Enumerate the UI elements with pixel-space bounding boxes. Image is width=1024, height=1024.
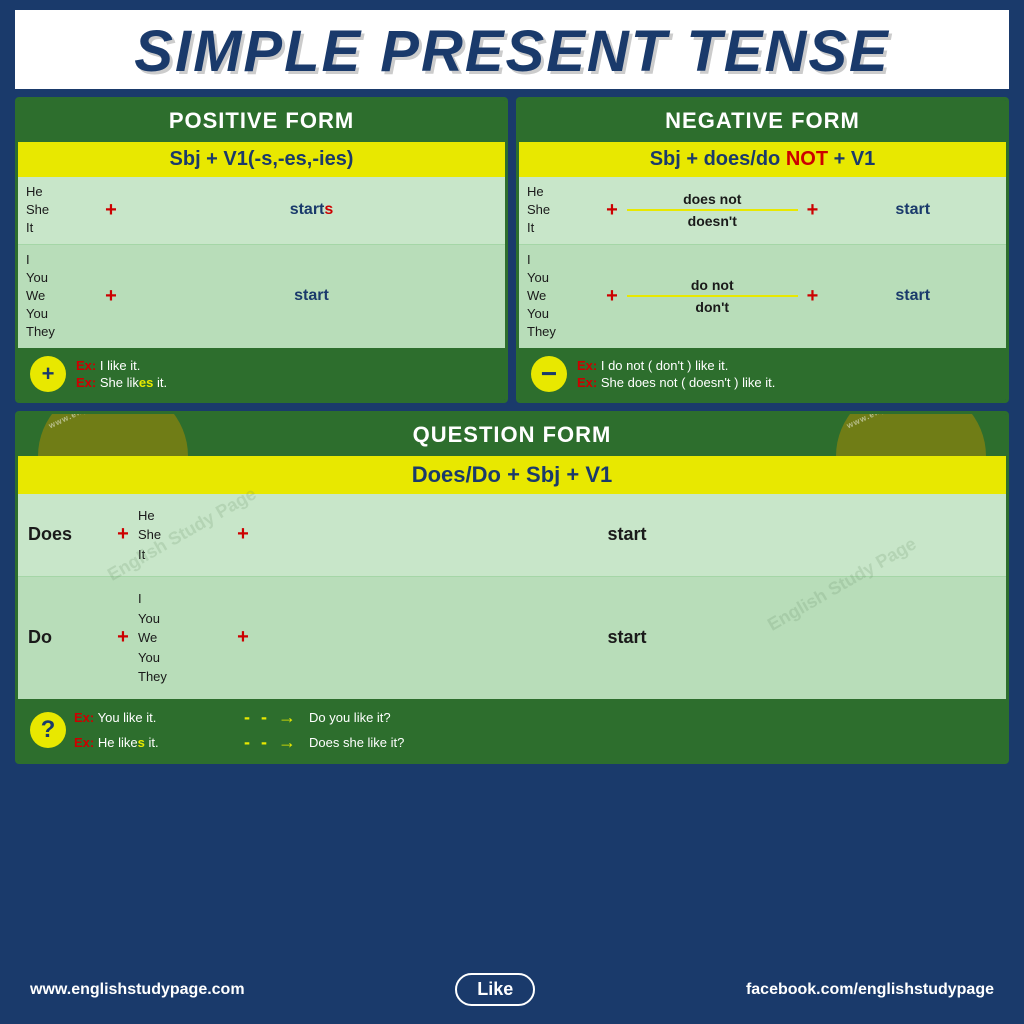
negative-row-2: IYouWeYouThey + do not don't + start <box>519 245 1006 348</box>
negative-dont: don't <box>627 297 798 315</box>
negative-examples: Ex: I do not ( don't ) like it. Ex: She … <box>577 358 775 390</box>
question-formula-text: Does/Do + Sbj + V1 <box>412 462 613 487</box>
negative-subject-2: IYouWeYouThey <box>527 251 597 342</box>
question-rows: Does + HeSheIt + start Do + IYouWeYouThe… <box>18 494 1006 699</box>
positive-example-bar: + Ex: I like it. Ex: She likes it. <box>18 348 505 400</box>
question-table: English Study Page English Study Page Do… <box>18 494 1006 699</box>
question-formula: Does/Do + Sbj + V1 <box>18 456 1006 494</box>
negative-do-not: do not <box>627 277 798 297</box>
page-title: SIMPLE PRESENT TENSE <box>15 10 1009 89</box>
like-button[interactable]: Like <box>455 973 535 1006</box>
negative-header: NEGATIVE FORM <box>519 100 1006 142</box>
positive-circle-icon: + <box>30 356 66 392</box>
positive-subject-2: IYouWeYouThey <box>26 251 96 342</box>
question-arrow-1: - - → <box>244 707 299 728</box>
negative-does-not: does not <box>627 191 798 211</box>
positive-examples: Ex: I like it. Ex: She likes it. <box>76 358 167 390</box>
question-ex-2: Ex: He likes it. - - → Does she like it? <box>74 732 994 753</box>
question-ex-1-text: Ex: You like it. <box>74 710 234 725</box>
negative-formula-main: Sbj + does/do <box>650 148 786 170</box>
negative-plus-1: + <box>597 199 627 222</box>
positive-ex-2: Ex: She likes it. <box>76 375 167 390</box>
footer-website: www.englishstudypage.com <box>30 981 245 999</box>
negative-not: NOT <box>786 148 828 170</box>
question-result-1: Do you like it? <box>309 710 391 725</box>
negative-table: HeSheIt + does not doesn't + start IYouW… <box>519 177 1006 348</box>
negative-doesnt: doesn't <box>627 211 798 229</box>
negative-plus-1b: + <box>798 199 828 222</box>
question-verb-1: start <box>258 524 996 545</box>
question-verb-2: start <box>258 627 996 648</box>
question-row-1: Does + HeSheIt + start <box>18 494 1006 578</box>
positive-verb-2: start <box>126 287 497 305</box>
positive-verb-1: starts <box>126 201 497 219</box>
question-plus-2: + <box>108 626 138 649</box>
question-plus-1b: + <box>228 523 258 546</box>
negative-form-box: NEGATIVE FORM Sbj + does/do NOT + V1 HeS… <box>516 97 1009 403</box>
negative-ex-1: Ex: I do not ( don't ) like it. <box>577 358 775 373</box>
positive-ex-1: Ex: I like it. <box>76 358 167 373</box>
positive-plus-1: + <box>96 199 126 222</box>
footer: www.englishstudypage.com Like facebook.c… <box>15 965 1009 1014</box>
positive-header: POSITIVE FORM <box>18 100 505 142</box>
negative-circle-icon: − <box>531 356 567 392</box>
question-example-bar: ? Ex: You like it. - - → Do you like it?… <box>18 699 1006 761</box>
negative-verb-1: start <box>828 201 999 219</box>
positive-table: HeSheIt + starts IYouWeYouThey + start <box>18 177 505 348</box>
question-aux-2: Do <box>28 627 108 648</box>
question-aux-1: Does <box>28 524 108 545</box>
negative-plus-2b: + <box>798 285 828 308</box>
question-examples: Ex: You like it. - - → Do you like it? E… <box>74 707 994 753</box>
question-ex-2-text: Ex: He likes it. <box>74 735 234 750</box>
positive-row-1: HeSheIt + starts <box>18 177 505 245</box>
question-header-text: QUESTION FORM <box>413 422 612 447</box>
positive-subject-1: HeSheIt <box>26 183 96 238</box>
negative-verb-2: start <box>828 287 999 305</box>
footer-facebook: facebook.com/englishstudypage <box>746 981 994 999</box>
question-row-2: Do + IYouWeYouThey + start <box>18 577 1006 699</box>
negative-ex-2: Ex: She does not ( doesn't ) like it. <box>577 375 775 390</box>
question-result-2: Does she like it? <box>309 735 404 750</box>
question-circle-icon: ? <box>30 712 66 748</box>
negative-verb-double-2: do not don't <box>627 277 798 315</box>
negative-formula: Sbj + does/do NOT + V1 <box>519 142 1006 177</box>
positive-plus-2: + <box>96 285 126 308</box>
question-subject-1: HeSheIt <box>138 506 228 565</box>
question-plus-2b: + <box>228 626 258 649</box>
negative-row-1: HeSheIt + does not doesn't + start <box>519 177 1006 245</box>
top-section: POSITIVE FORM Sbj + V1(-s,-es,-ies) HeSh… <box>15 97 1009 403</box>
question-form-box: www.englishstudypage.com www.englishstud… <box>15 411 1009 764</box>
negative-verb-double-1: does not doesn't <box>627 191 798 229</box>
negative-subject-1: HeSheIt <box>527 183 597 238</box>
question-plus-1: + <box>108 523 138 546</box>
negative-formula-end: + V1 <box>828 148 875 170</box>
positive-formula: Sbj + V1(-s,-es,-ies) <box>18 142 505 177</box>
question-ex-1: Ex: You like it. - - → Do you like it? <box>74 707 994 728</box>
negative-plus-2: + <box>597 285 627 308</box>
positive-row-2: IYouWeYouThey + start <box>18 245 505 348</box>
question-header: www.englishstudypage.com www.englishstud… <box>18 414 1006 456</box>
negative-example-bar: − Ex: I do not ( don't ) like it. Ex: Sh… <box>519 348 1006 400</box>
positive-form-box: POSITIVE FORM Sbj + V1(-s,-es,-ies) HeSh… <box>15 97 508 403</box>
question-arrow-2: - - → <box>244 732 299 753</box>
question-subject-2: IYouWeYouThey <box>138 589 228 687</box>
